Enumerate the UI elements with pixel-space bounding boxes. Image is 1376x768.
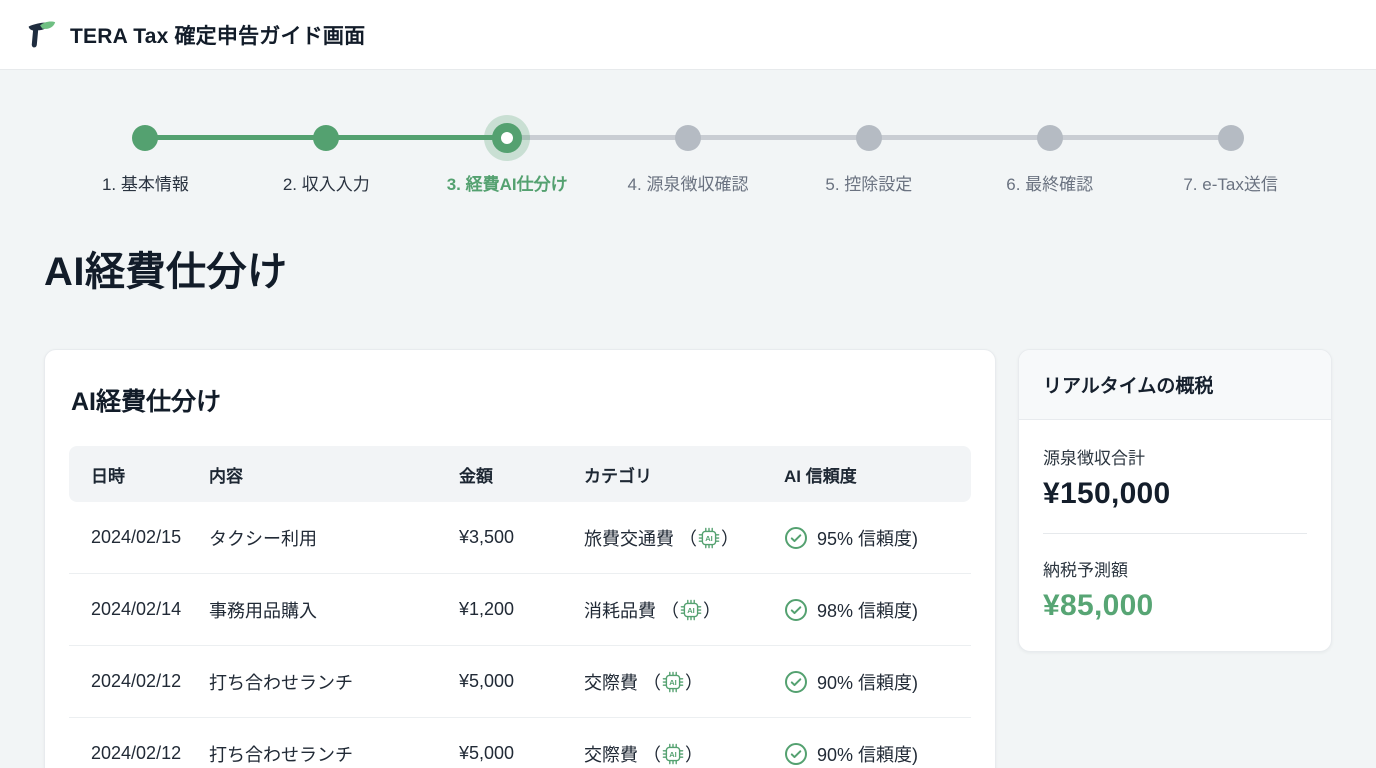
page-title: AI経費仕分け [44,239,1376,297]
expense-amount: ¥5,000 [459,646,584,718]
expense-amount: ¥5,000 [459,718,584,768]
confidence-label: 90% 信頼度) [817,669,918,695]
expense-confidence: 98% 信頼度) [784,574,971,645]
confidence-label: 95% 信頼度) [817,525,918,551]
step-label: 2. 収入入力 [236,170,417,195]
expense-description: タクシー利用 [209,502,459,574]
stepper-step[interactable]: 3. 経費AI仕分け [417,116,598,195]
stepper-step[interactable]: 6. 最終確認 [959,116,1140,195]
check-circle-icon [784,670,808,694]
ai-chip-icon: AI [680,599,702,621]
expense-category: 交際費 （ AI ） [584,718,784,768]
paren-open: （ [661,597,679,623]
tax-summary-title: リアルタイムの概税 [1019,350,1331,420]
col-header-description: 内容 [209,446,459,502]
svg-text:AI: AI [669,677,677,686]
expense-date: 2024/02/12 [69,718,209,768]
expense-category: 旅費交通費 （ AI ） [584,502,784,573]
tax-estimate-label: 納税予測額 [1043,556,1307,581]
progress-stepper: 1. 基本情報 2. 収入入力 3. 経費AI仕分け 4. 源泉徴収確認 5. … [0,116,1376,195]
tax-summary-card: リアルタイムの概税 源泉徴収合計 ¥150,000 納税予測額 ¥85,000 [1018,349,1332,652]
col-header-amount: 金額 [459,446,584,502]
expense-date: 2024/02/15 [69,502,209,574]
step-label: 7. e-Tax送信 [1140,170,1321,195]
expense-confidence: 90% 信頼度) [784,718,971,768]
expense-card-title: AI経費仕分け [71,382,971,418]
step-label: 4. 源泉徴収確認 [598,170,779,195]
col-header-date: 日時 [69,446,209,502]
tax-summary-body: 源泉徴収合計 ¥150,000 納税予測額 ¥85,000 [1019,420,1331,651]
paren-open: （ [643,741,661,767]
category-label: 消耗品費 [584,597,656,623]
app-title: TERA Tax 確定申告ガイド画面 [70,20,365,50]
stepper-step[interactable]: 4. 源泉徴収確認 [598,116,779,195]
withholding-value: ¥150,000 [1043,477,1307,511]
step-label: 3. 経費AI仕分け [417,170,598,195]
ai-chip-icon: AI [662,743,684,765]
stepper-step[interactable]: 2. 収入入力 [236,116,417,195]
tera-tax-logo-icon [24,18,58,52]
check-circle-icon [784,598,808,622]
withholding-label: 源泉徴収合計 [1043,444,1307,469]
ai-chip-icon: AI [698,527,720,549]
table-header-row: 日時 内容 金額 カテゴリ AI 信頼度 [69,446,971,502]
stepper-step[interactable]: 1. 基本情報 [55,116,236,195]
check-circle-icon [784,526,808,550]
paren-close: ） [685,669,703,695]
expense-table: 日時 内容 金額 カテゴリ AI 信頼度 2024/02/15 タクシー利用 ¥… [69,446,971,768]
expense-description: 事務用品購入 [209,574,459,646]
ai-chip-icon: AI [662,671,684,693]
expense-amount: ¥1,200 [459,574,584,646]
paren-open: （ [643,669,661,695]
expense-date: 2024/02/12 [69,646,209,718]
expense-amount: ¥3,500 [459,502,584,574]
paren-close: ） [721,525,739,551]
expense-category: 消耗品費 （ AI ） [584,574,784,645]
content-area: AI経費仕分け 日時 内容 金額 カテゴリ AI 信頼度 2024/02/15 [44,349,1332,768]
expense-description: 打ち合わせランチ [209,646,459,718]
expense-date: 2024/02/14 [69,574,209,646]
stepper-step[interactable]: 5. 控除設定 [778,116,959,195]
col-header-confidence: AI 信頼度 [784,446,971,502]
category-label: 交際費 [584,669,638,695]
expense-confidence: 90% 信頼度) [784,646,971,717]
expense-description: 打ち合わせランチ [209,718,459,768]
step-label: 5. 控除設定 [778,170,959,195]
expense-row: 2024/02/12 打ち合わせランチ ¥5,000 交際費 （ [69,718,971,768]
col-header-category: カテゴリ [584,446,784,502]
step-label: 6. 最終確認 [959,170,1140,195]
confidence-label: 90% 信頼度) [817,741,918,767]
category-label: 交際費 [584,741,638,767]
stepper-step[interactable]: 7. e-Tax送信 [1140,116,1321,195]
tax-estimate-value: ¥85,000 [1043,589,1307,623]
category-label: 旅費交通費 [584,525,674,551]
paren-close: ） [703,597,721,623]
check-circle-icon [784,742,808,766]
expense-card: AI経費仕分け 日時 内容 金額 カテゴリ AI 信頼度 2024/02/15 [44,349,996,768]
summary-divider [1043,533,1307,534]
expense-row: 2024/02/12 打ち合わせランチ ¥5,000 交際費 （ [69,646,971,718]
paren-open: （ [679,525,697,551]
svg-text:AI: AI [687,605,695,614]
expense-category: 交際費 （ AI ） [584,646,784,717]
app-header: TERA Tax 確定申告ガイド画面 [0,0,1376,70]
svg-text:AI: AI [669,749,677,758]
expense-row: 2024/02/14 事務用品購入 ¥1,200 消耗品費 （ [69,574,971,646]
svg-text:AI: AI [705,533,713,542]
confidence-label: 98% 信頼度) [817,597,918,623]
paren-close: ） [685,741,703,767]
step-label: 1. 基本情報 [55,170,236,195]
step-dot-icon [1140,116,1321,160]
expense-confidence: 95% 信頼度) [784,502,971,573]
expense-row: 2024/02/15 タクシー利用 ¥3,500 旅費交通費 （ [69,502,971,574]
